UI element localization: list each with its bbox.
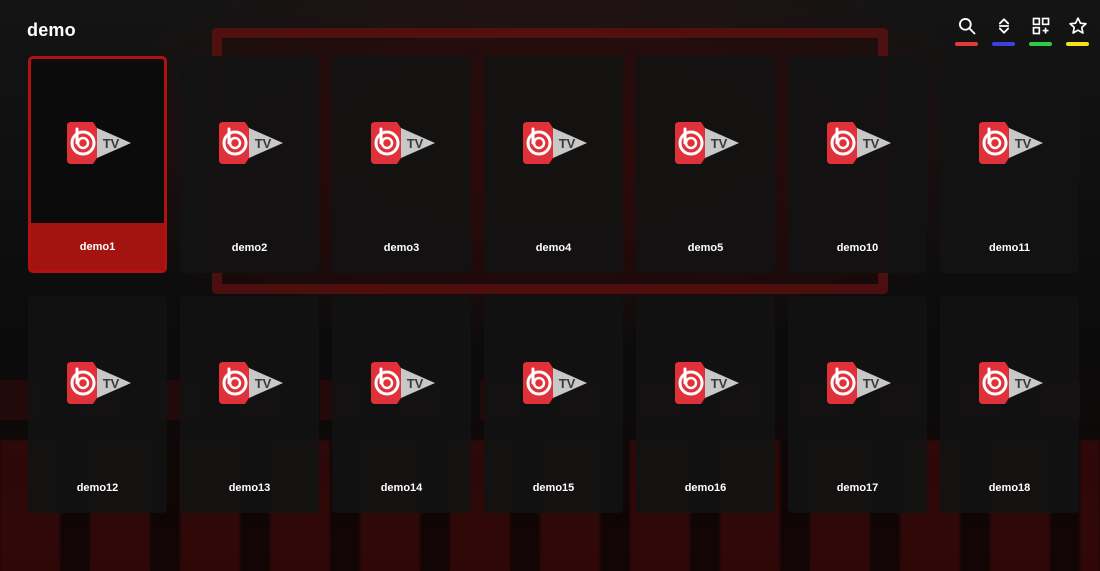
sort-icon — [998, 18, 1009, 34]
tv-logo-icon: TV — [370, 362, 435, 404]
tv-logo-icon: TV — [978, 122, 1043, 164]
channel-card-demo10[interactable]: TV demo10 — [788, 56, 927, 273]
channel-label: demo16 — [684, 482, 727, 494]
channel-card-demo12[interactable]: TV demo12 — [28, 296, 167, 513]
channel-label: demo4 — [535, 242, 572, 254]
svg-text:TV: TV — [406, 376, 423, 391]
channel-label: demo1 — [31, 223, 164, 270]
tv-logo-icon: TV — [522, 362, 587, 404]
tv-logo-icon: TV — [522, 122, 587, 164]
qr-grid-icon — [1032, 17, 1049, 35]
channel-card-demo4[interactable]: TV demo4 — [484, 56, 623, 273]
channel-card-demo5[interactable]: TV demo5 — [636, 56, 775, 273]
sort-button[interactable] — [991, 14, 1016, 46]
svg-text:TV: TV — [406, 136, 423, 151]
channel-card-demo1[interactable]: TV demo1 — [28, 56, 167, 273]
tv-logo-icon: TV — [978, 362, 1043, 404]
tv-logo-icon: TV — [66, 122, 131, 164]
channel-label: demo14 — [380, 482, 423, 494]
tv-logo-icon: TV — [826, 362, 891, 404]
page-title: demo — [27, 20, 76, 40]
channel-card-demo2[interactable]: TV demo2 — [180, 56, 319, 273]
toolbar — [954, 14, 1090, 46]
svg-text:TV: TV — [102, 136, 119, 151]
channel-label: demo17 — [836, 482, 879, 494]
channel-label: demo15 — [532, 482, 575, 494]
favorites-color-bar — [1066, 42, 1089, 46]
svg-text:TV: TV — [862, 136, 879, 151]
channel-card-demo11[interactable]: TV demo11 — [940, 56, 1079, 273]
tv-logo-icon: TV — [218, 362, 283, 404]
channel-label: demo2 — [231, 242, 268, 254]
qr-grid-color-bar — [1029, 42, 1052, 46]
svg-text:TV: TV — [254, 136, 271, 151]
channel-card-demo18[interactable]: TV demo18 — [940, 296, 1079, 513]
app-screen: demo TV demo1 TV demo2 TV demo3 TV demo4… — [0, 0, 1100, 571]
channel-card-demo13[interactable]: TV demo13 — [180, 296, 319, 513]
search-color-bar — [955, 42, 978, 46]
channel-card-demo16[interactable]: TV demo16 — [636, 296, 775, 513]
tv-logo-icon: TV — [826, 122, 891, 164]
svg-text:TV: TV — [102, 376, 119, 391]
svg-text:TV: TV — [710, 376, 727, 391]
tv-logo-icon: TV — [218, 122, 283, 164]
channel-card-demo3[interactable]: TV demo3 — [332, 56, 471, 273]
svg-text:TV: TV — [254, 376, 271, 391]
channel-label: demo10 — [836, 242, 879, 254]
channel-card-demo17[interactable]: TV demo17 — [788, 296, 927, 513]
search-button[interactable] — [954, 14, 979, 46]
channel-label: demo3 — [383, 242, 420, 254]
favorites-button[interactable] — [1065, 14, 1090, 46]
tv-logo-icon: TV — [370, 122, 435, 164]
channel-card-demo15[interactable]: TV demo15 — [484, 296, 623, 513]
channel-label: demo13 — [228, 482, 271, 494]
qr-grid-button[interactable] — [1028, 14, 1053, 46]
svg-text:TV: TV — [1014, 376, 1031, 391]
channel-grid: TV demo1 TV demo2 TV demo3 TV demo4 TV d… — [28, 56, 1079, 513]
sort-color-bar — [992, 42, 1015, 46]
channel-label: demo12 — [76, 482, 119, 494]
channel-card-demo14[interactable]: TV demo14 — [332, 296, 471, 513]
svg-text:TV: TV — [862, 376, 879, 391]
channel-label: demo11 — [989, 242, 1030, 254]
star-icon — [1068, 17, 1087, 34]
svg-text:TV: TV — [1014, 136, 1031, 151]
tv-logo-icon: TV — [674, 122, 739, 164]
channel-label: demo18 — [988, 482, 1031, 494]
svg-text:TV: TV — [558, 376, 575, 391]
search-icon — [958, 18, 975, 35]
tv-logo-icon: TV — [674, 362, 739, 404]
channel-label: demo5 — [687, 242, 724, 254]
svg-text:TV: TV — [710, 136, 727, 151]
tv-logo-icon: TV — [66, 362, 131, 404]
svg-text:TV: TV — [558, 136, 575, 151]
